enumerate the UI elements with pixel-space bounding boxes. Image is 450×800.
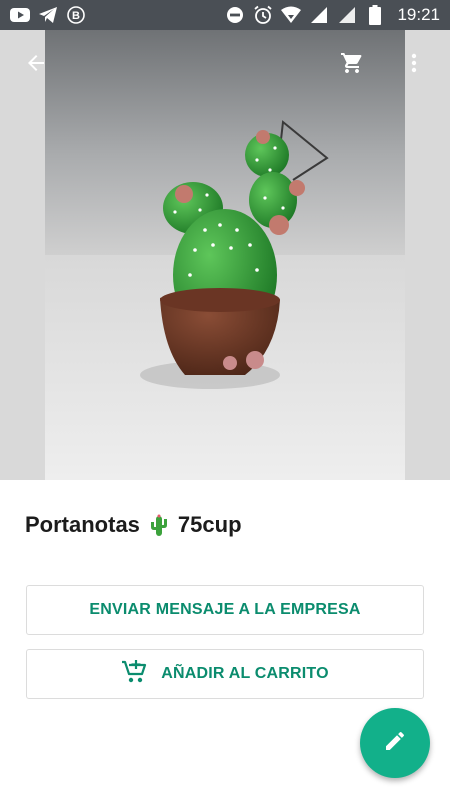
svg-text:B: B xyxy=(72,10,80,22)
add-to-cart-button[interactable]: AÑADIR AL CARRITO xyxy=(26,649,424,699)
product-title: Portanotas 75cup xyxy=(25,508,242,542)
status-time: 19:21 xyxy=(397,5,440,24)
product-name: Portanotas xyxy=(25,512,140,537)
add-cart-icon xyxy=(121,659,149,690)
telegram-icon xyxy=(38,5,58,25)
more-options-button[interactable] xyxy=(392,43,436,87)
do-not-disturb-icon xyxy=(225,5,245,25)
status-bar-right: 19:21 xyxy=(225,5,440,25)
status-bar-left: B xyxy=(10,5,86,25)
send-message-button[interactable]: ENVIAR MENSAJE A LA EMPRESA xyxy=(26,585,424,635)
product-price: 75cup xyxy=(177,512,242,537)
alarm-icon xyxy=(253,5,273,25)
status-bar: B 19:21 xyxy=(0,0,450,30)
top-app-bar xyxy=(0,30,450,100)
b-circle-icon: B xyxy=(66,5,86,25)
edit-fab-button[interactable] xyxy=(360,708,430,778)
youtube-icon xyxy=(10,5,30,25)
send-message-label: ENVIAR MENSAJE A LA EMPRESA xyxy=(89,601,361,618)
cart-button[interactable] xyxy=(330,43,374,87)
more-vert-icon xyxy=(402,51,426,80)
cactus-icon xyxy=(148,513,170,537)
back-button[interactable] xyxy=(14,43,58,87)
wifi-icon xyxy=(281,5,302,25)
arrow-left-icon xyxy=(24,51,48,80)
signal-icon xyxy=(309,5,329,25)
cart-icon xyxy=(340,51,364,80)
edit-icon xyxy=(383,729,407,758)
add-cart-label: AÑADIR AL CARRITO xyxy=(161,665,329,682)
battery-icon xyxy=(365,5,385,25)
signal-icon xyxy=(337,5,357,25)
